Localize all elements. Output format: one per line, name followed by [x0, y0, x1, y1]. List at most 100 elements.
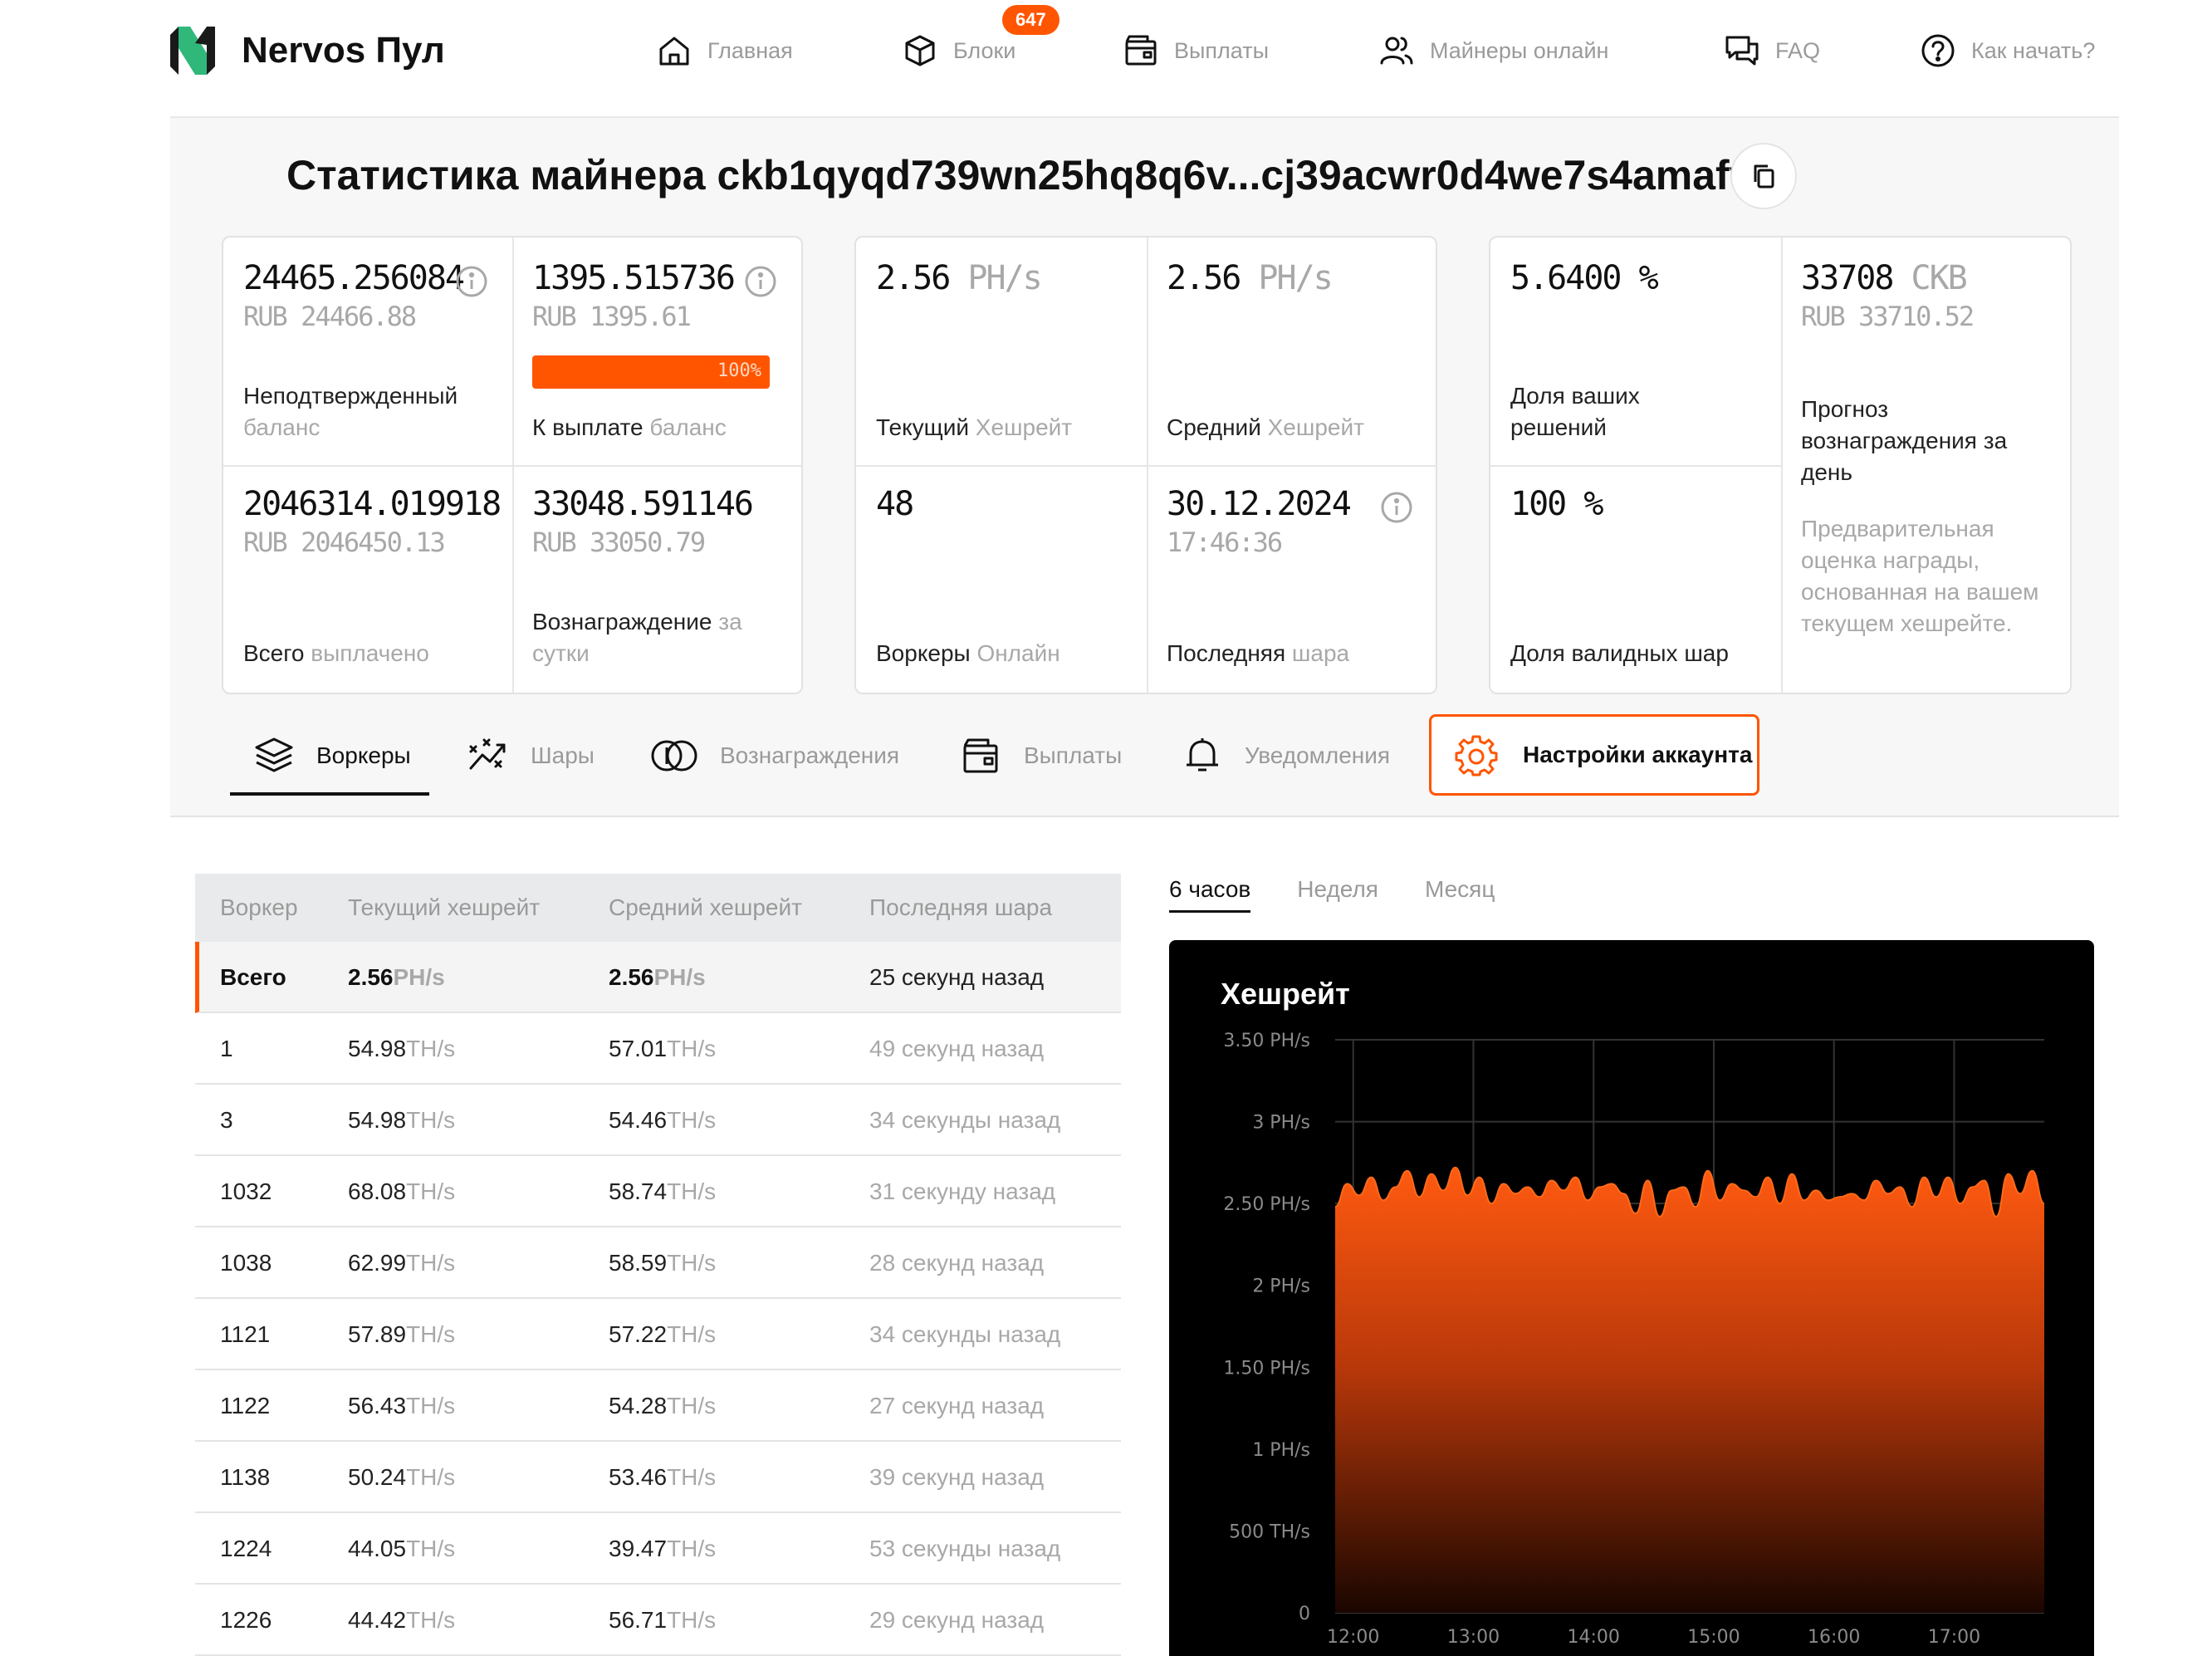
- cell-current-hashrate: 44.42 TH/s: [348, 1607, 456, 1633]
- cell-worker: 1138: [220, 1464, 271, 1490]
- workers-online-value: 48: [876, 485, 914, 523]
- nav-payouts[interactable]: Выплаты: [1123, 25, 1269, 76]
- bell-icon: [1187, 738, 1218, 772]
- nav-miners-online-label: Майнеры онлайн: [1430, 37, 1609, 63]
- cell-avg-hashrate: 53.46 TH/s: [609, 1464, 717, 1490]
- cell-last-share: 31 секунду назад: [869, 1178, 1056, 1204]
- cell-avg-hashrate: 58.74 TH/s: [609, 1178, 717, 1204]
- table-row-total[interactable]: Всего 2.56 PH/s 2.56 PH/s 25 секунд назад: [195, 942, 1121, 1013]
- cell-worker: 3: [220, 1107, 233, 1133]
- period-6h[interactable]: 6 часов: [1169, 876, 1251, 913]
- avg-hashrate: 2.56 PH/s Средний Хешрейт: [1167, 259, 1424, 458]
- solution-share: 5.6400 % Доля ваших решений: [1510, 259, 1768, 458]
- trend-icon: [469, 738, 506, 770]
- hashrate-chart: Хешрейт 0 500 TH/s 1 PH/s 1.50 PH/s 2 PH/s 2.…: [1169, 940, 2094, 1656]
- tab-shares[interactable]: Шары: [467, 716, 595, 796]
- nav-payouts-label: Выплаты: [1174, 37, 1269, 63]
- forecast-value: 33708 CKB: [1801, 259, 1968, 297]
- info-icon[interactable]: [743, 264, 778, 299]
- daily-reward: 33048.591146 RUB 33050.79 Вознаграждение…: [532, 485, 790, 684]
- nav-how-to-start[interactable]: Как начать?: [1920, 25, 2095, 76]
- hashrate-area: [1335, 1167, 2044, 1613]
- y-tick-label: 0: [1299, 1604, 1310, 1624]
- tab-rewards-label: Вознаграждения: [720, 742, 900, 768]
- period-month[interactable]: Месяц: [1425, 876, 1495, 913]
- table-row[interactable]: 1138 50.24 TH/s 53.46 TH/s 39 секунд назад: [195, 1442, 1121, 1513]
- col-avg-hashrate[interactable]: Средний хешрейт: [609, 894, 802, 921]
- cell-last-share: 53 секунды назад: [869, 1536, 1061, 1561]
- y-tick-label: 2.50 PH/s: [1223, 1194, 1310, 1215]
- tab-rewards[interactable]: Вознаграждения: [650, 716, 899, 796]
- active-tab-underline: [230, 792, 429, 796]
- cell-current-hashrate: 54.98 TH/s: [348, 1107, 456, 1133]
- cell-current-hashrate: 56.43 TH/s: [348, 1393, 456, 1418]
- table-row[interactable]: 1038 62.99 TH/s 58.59 TH/s 28 секунд назад: [195, 1227, 1121, 1299]
- payout-progress-text: 100%: [717, 360, 761, 381]
- tab-workers-label: Воркеры: [316, 742, 411, 768]
- table-row[interactable]: 1226 44.42 TH/s 56.71 TH/s 29 секунд назад: [195, 1585, 1121, 1656]
- cell-avg-hashrate: 2.56 PH/s: [609, 964, 706, 990]
- period-week[interactable]: Неделя: [1297, 876, 1378, 913]
- copy-address-button[interactable]: [1730, 143, 1797, 209]
- tab-payouts[interactable]: Выплаты: [961, 716, 1122, 796]
- nav-miners-online[interactable]: Майнеры онлайн: [1378, 25, 1608, 76]
- avg-hashrate-label: Средний Хешрейт: [1167, 414, 1364, 440]
- table-row[interactable]: 1 54.98 TH/s 57.01 TH/s 49 секунд назад: [195, 1013, 1121, 1085]
- cell-current-hashrate: 68.08 TH/s: [348, 1178, 456, 1204]
- cell-worker: 1: [220, 1036, 233, 1061]
- unconfirmed-fiat: RUB 24466.88: [243, 301, 417, 332]
- stats-panel: Статистика майнера ckb1qyqd739wn25hq8q6v…: [170, 118, 2119, 816]
- nav-blocks[interactable]: Блоки: [902, 25, 1015, 76]
- y-tick-label: 1.50 PH/s: [1223, 1358, 1310, 1379]
- cell-current-hashrate: 57.89 TH/s: [348, 1321, 456, 1347]
- users-icon: [1380, 37, 1413, 65]
- y-tick-label: 3.50 PH/s: [1223, 1031, 1310, 1051]
- col-current-hashrate[interactable]: Текущий хешрейт: [348, 894, 540, 921]
- cell-last-share: 34 секунды назад: [869, 1107, 1061, 1133]
- valid-share-value: 100 %: [1510, 485, 1603, 523]
- tab-account-settings[interactable]: Настройки аккаунта: [1429, 714, 1759, 796]
- current-hashrate-label: Текущий Хешрейт: [876, 414, 1073, 440]
- table-row[interactable]: 3 54.98 TH/s 54.46 TH/s 34 секунды назад: [195, 1085, 1121, 1156]
- tab-workers[interactable]: Воркеры: [253, 716, 411, 796]
- wallet-icon: [963, 738, 998, 773]
- cell-avg-hashrate: 57.01 TH/s: [609, 1036, 717, 1061]
- daily-reward-fiat: RUB 33050.79: [532, 527, 706, 558]
- cell-last-share: 27 секунд назад: [869, 1393, 1045, 1418]
- tab-shares-label: Шары: [531, 742, 595, 768]
- cell-last-share: 25 секунд назад: [869, 964, 1045, 990]
- last-share-label: Последняя шара: [1167, 640, 1350, 666]
- nav-home[interactable]: Главная: [656, 25, 793, 76]
- col-last-share[interactable]: Последняя шара: [869, 894, 1052, 921]
- workers-online: 48 Воркеры Онлайн: [876, 485, 1133, 684]
- cell-avg-hashrate: 54.46 TH/s: [609, 1107, 717, 1133]
- cell-avg-hashrate: 39.47 TH/s: [609, 1536, 717, 1561]
- tab-notifications[interactable]: Уведомления: [1182, 716, 1390, 796]
- table-row[interactable]: 1122 56.43 TH/s 54.28 TH/s 27 секунд назад: [195, 1370, 1121, 1442]
- total-paid: 2046314.019918 RUB 2046450.13 Всего выпл…: [243, 485, 502, 684]
- x-tick-label: 14:00: [1568, 1627, 1620, 1648]
- table-row[interactable]: 1121 57.89 TH/s 57.22 TH/s 34 секунды назад: [195, 1299, 1121, 1370]
- nav-faq[interactable]: FAQ: [1724, 25, 1820, 76]
- workers-online-label: Воркеры Онлайн: [876, 640, 1060, 666]
- cell-worker: 1226: [220, 1607, 272, 1633]
- table-row[interactable]: 1032 68.08 TH/s 58.74 TH/s 31 секунду назад: [195, 1156, 1121, 1227]
- last-share-time: 17:46:36: [1167, 527, 1283, 558]
- table-body: Всего 2.56 PH/s 2.56 PH/s 25 секунд назад 1 5…: [195, 942, 1121, 1656]
- table-row[interactable]: 1224 44.05 TH/s 39.47 TH/s 53 секунды назад: [195, 1513, 1121, 1585]
- cell-worker: 1121: [220, 1321, 271, 1347]
- logo[interactable]: Nervos Пул: [170, 25, 445, 76]
- col-worker[interactable]: Воркер: [220, 894, 298, 921]
- cell-last-share: 28 секунд назад: [869, 1250, 1045, 1276]
- period-selector: 6 часов Неделя Месяц: [1169, 876, 1541, 913]
- cell-avg-hashrate: 54.28 TH/s: [609, 1393, 717, 1418]
- cell-worker: 1224: [220, 1536, 272, 1561]
- info-icon[interactable]: [1379, 490, 1414, 525]
- nav-home-label: Главная: [707, 37, 793, 63]
- forecast-fiat: RUB 33710.52: [1801, 301, 1975, 332]
- x-tick-label: 13:00: [1447, 1627, 1500, 1648]
- question-icon: [1921, 34, 1955, 67]
- cell-last-share: 39 секунд назад: [869, 1464, 1045, 1490]
- shares-forecast-card: 5.6400 % Доля ваших решений 100 % Доля в…: [1489, 236, 2072, 694]
- info-icon[interactable]: [454, 264, 489, 299]
